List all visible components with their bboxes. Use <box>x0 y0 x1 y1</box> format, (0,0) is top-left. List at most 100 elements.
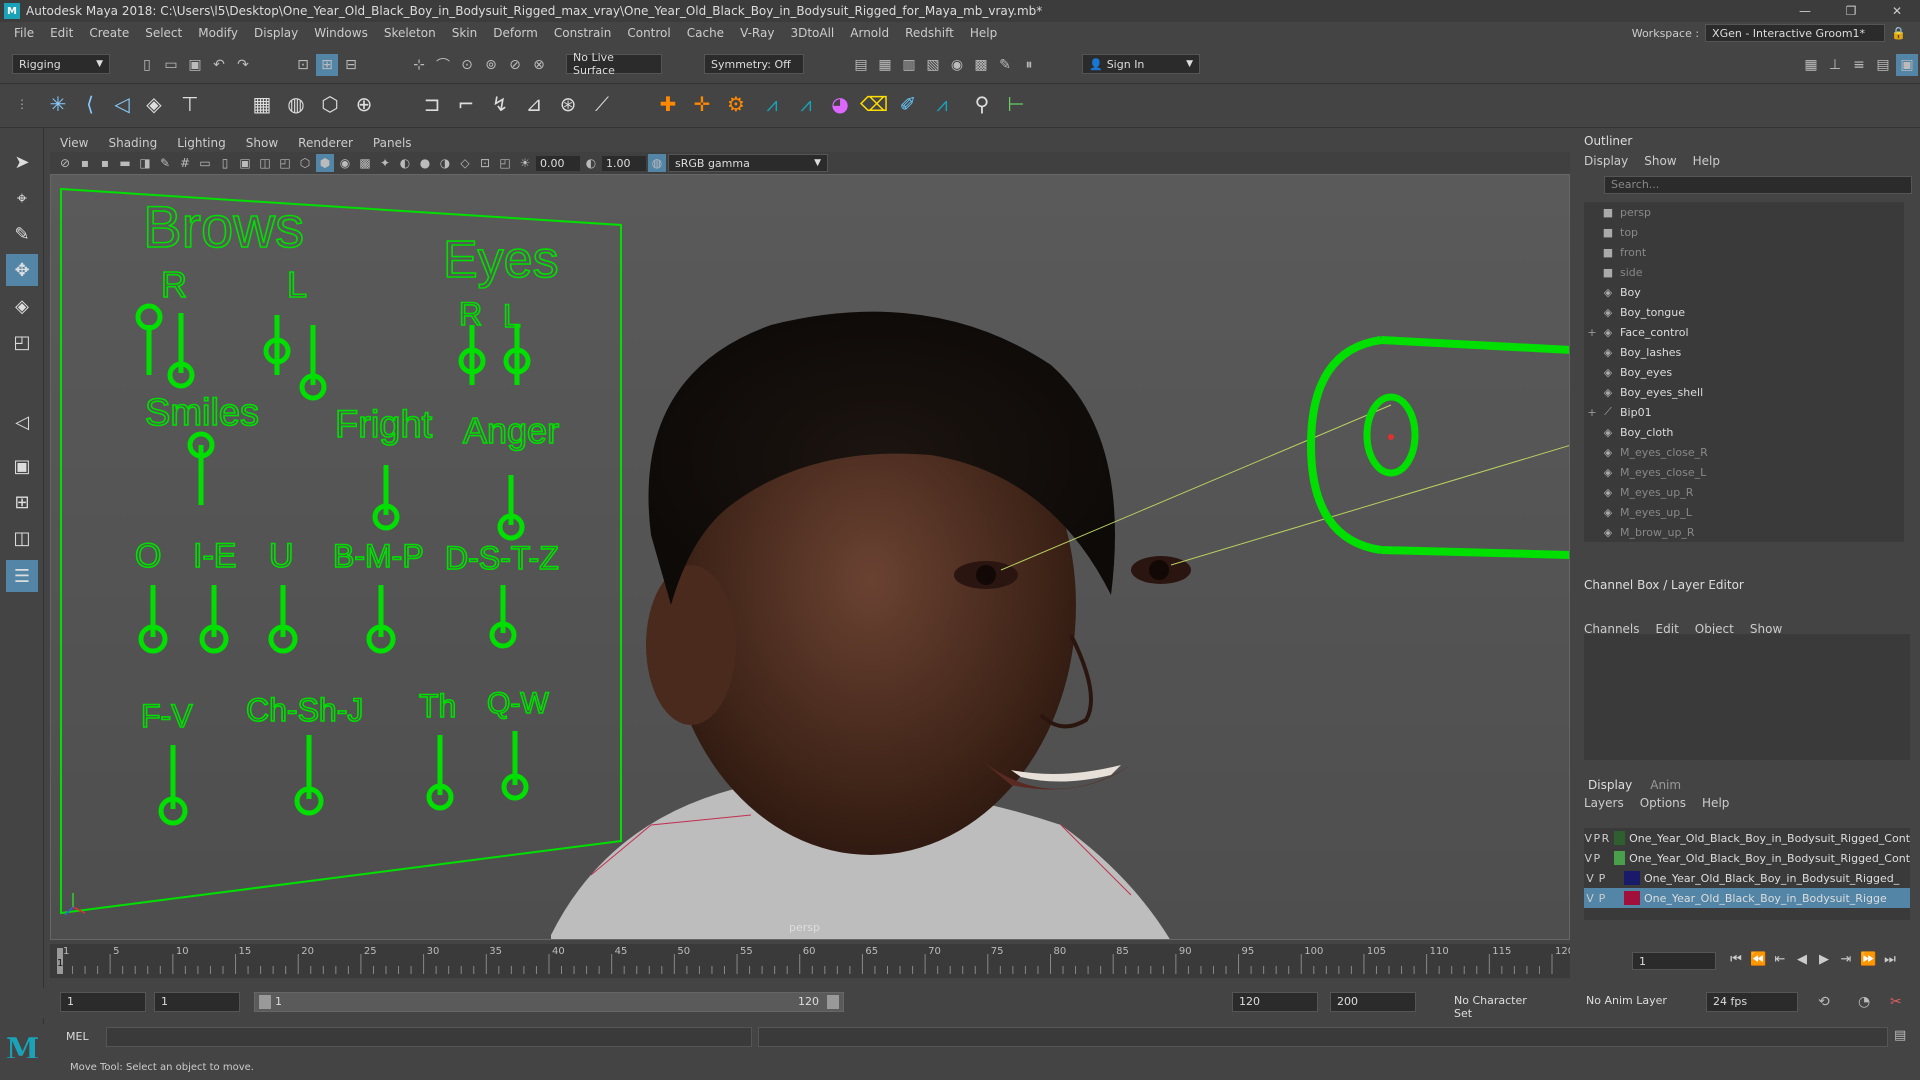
layer-v-toggle[interactable]: V <box>1584 892 1596 905</box>
anim-layer-select[interactable]: No Anim Layer <box>1580 992 1680 1012</box>
workspace-select[interactable]: XGen - Interactive Groom1* <box>1705 24 1886 42</box>
paint-icon[interactable]: ✐ <box>894 90 922 118</box>
mash-network-icon[interactable]: ⩘ <box>792 90 820 118</box>
layer-p-toggle[interactable]: P <box>1596 872 1608 885</box>
outliner-item[interactable]: ◈ Boy_cloth <box>1584 422 1904 442</box>
outliner-list[interactable]: ■ persp ■ top ■ front ■ side ◈ Boy ◈ Boy_tongue + ◈ Fa… <box>1584 202 1904 542</box>
grid-icon[interactable]: # <box>176 154 194 172</box>
mash-repro-icon[interactable]: ⩘ <box>928 90 956 118</box>
menu-skeleton[interactable]: Skeleton <box>376 26 444 40</box>
four-pane-icon[interactable]: ⊞ <box>6 486 38 518</box>
expand-toggle-icon[interactable]: + <box>1584 326 1600 339</box>
film-gate-icon[interactable]: ▭ <box>196 154 214 172</box>
outliner-item[interactable]: ◈ M_eyes_close_L <box>1584 462 1904 482</box>
two-pane-icon[interactable]: ◫ <box>6 522 38 554</box>
menu-create[interactable]: Create <box>81 26 137 40</box>
animation-start-field[interactable]: 1 <box>60 992 146 1012</box>
outliner-item[interactable]: ◈ Boy_eyes_shell <box>1584 382 1904 402</box>
outliner-layout-icon[interactable]: ☰ <box>6 560 38 592</box>
step-back-icon[interactable]: ⇤ <box>1772 952 1788 967</box>
layer-row[interactable]: V P R One_Year_Old_Black_Boy_in_Bodysuit_Ri… <box>1584 828 1910 848</box>
render-view-icon[interactable]: ▤ <box>850 54 872 76</box>
eraser-icon[interactable]: ⌫ <box>860 90 888 118</box>
select-tool-icon[interactable]: ➤ <box>6 146 38 178</box>
layer-color-swatch[interactable] <box>1624 871 1640 885</box>
outliner-menu-display[interactable]: Display <box>1584 154 1628 168</box>
snap-point-icon[interactable]: ⊙ <box>456 54 478 76</box>
paint-weights-icon[interactable]: ⊤ <box>176 90 204 118</box>
panel-menu-panels[interactable]: Panels <box>363 136 422 150</box>
redo-icon[interactable]: ↷ <box>232 54 254 76</box>
lattice-icon[interactable]: ▦ <box>248 90 276 118</box>
cluster-icon[interactable]: ◍ <box>282 90 310 118</box>
locator-icon[interactable]: ✚ <box>654 90 682 118</box>
camera-attributes-icon[interactable]: ▪ <box>76 154 94 172</box>
layer-p-toggle[interactable]: P <box>1593 832 1602 845</box>
scale-constraint-icon[interactable]: ⊿ <box>520 90 548 118</box>
viewport-persp[interactable]: Brows R L Eyes R L Smiles Fright Anger O… <box>50 174 1570 940</box>
menu-cache[interactable]: Cache <box>679 26 732 40</box>
outliner-item[interactable]: ◈ Boy_tongue <box>1584 302 1904 322</box>
playback-start-field[interactable]: 1 <box>154 992 240 1012</box>
command-mode-label[interactable]: MEL <box>66 1030 89 1043</box>
outliner-item[interactable]: ◈ Boy <box>1584 282 1904 302</box>
layout-icon[interactable]: ▣ <box>1896 54 1918 76</box>
exposure-icon[interactable]: ☀ <box>516 154 534 172</box>
tool-settings-icon[interactable]: ≡ <box>1848 54 1870 76</box>
xray-icon[interactable]: ◰ <box>496 154 514 172</box>
default-material-icon[interactable]: ◉ <box>336 154 354 172</box>
locator-joint-icon[interactable]: ✛ <box>688 90 716 118</box>
range-slider[interactable]: 1 120 <box>254 992 844 1012</box>
outliner-item[interactable]: ■ front <box>1584 242 1904 262</box>
color-management-icon[interactable]: ◍ <box>648 154 666 172</box>
outliner-item[interactable]: ■ persp <box>1584 202 1904 222</box>
shadows-icon[interactable]: ◐ <box>396 154 414 172</box>
create-joints-icon[interactable]: ✳ <box>44 90 72 118</box>
snap-vertex-icon[interactable]: ⊗ <box>528 54 550 76</box>
select-hierarchy-icon[interactable]: ⊡ <box>292 54 314 76</box>
pin-icon[interactable]: ⚲ <box>968 90 996 118</box>
two-d-pan-icon[interactable]: ◨ <box>136 154 154 172</box>
field-chart-icon[interactable]: ◫ <box>256 154 274 172</box>
current-frame-field[interactable]: 1 <box>1632 952 1716 970</box>
menu-3dtoall[interactable]: 3DtoAll <box>782 26 842 40</box>
grease-pencil-icon[interactable]: ✎ <box>156 154 174 172</box>
layer-v-toggle[interactable]: V <box>1584 872 1596 885</box>
layer-row[interactable]: V P One_Year_Old_Black_Boy_in_Bodysuit_Rig… <box>1584 868 1910 888</box>
animation-end-field[interactable]: 200 <box>1330 992 1416 1012</box>
range-slider-start-handle[interactable] <box>259 995 271 1009</box>
safe-action-icon[interactable]: ◰ <box>276 154 294 172</box>
sign-in-button[interactable]: 👤 Sign In ▼ <box>1082 54 1200 74</box>
smooth-shade-icon[interactable]: ⬢ <box>316 154 334 172</box>
command-input[interactable] <box>106 1027 752 1047</box>
vray-render-icon[interactable]: ▩ <box>970 54 992 76</box>
pause-icon[interactable]: ⏸ <box>1018 54 1040 76</box>
outliner-menu-show[interactable]: Show <box>1644 154 1676 168</box>
outliner-item[interactable]: + ◈ Face_control <box>1584 322 1904 342</box>
fps-select[interactable]: 24 fps <box>1706 992 1798 1012</box>
lock-icon[interactable]: 🔒 <box>1891 26 1906 40</box>
undo-icon[interactable]: ↶ <box>208 54 230 76</box>
layer-p-toggle[interactable]: P <box>1596 892 1608 905</box>
menu-display[interactable]: Display <box>246 26 306 40</box>
menu-arnold[interactable]: Arnold <box>842 26 897 40</box>
move-tool-icon[interactable]: ✥ <box>6 254 38 286</box>
outliner-menu-help[interactable]: Help <box>1693 154 1720 168</box>
script-editor-icon[interactable]: ▤ <box>1894 1028 1906 1043</box>
anti-aliasing-icon[interactable]: ◇ <box>456 154 474 172</box>
vray-settings-icon[interactable]: ✎ <box>994 54 1016 76</box>
eye-aim-control[interactable] <box>1306 336 1570 559</box>
gamma-icon[interactable]: ◐ <box>582 154 600 172</box>
layer-color-swatch[interactable] <box>1613 831 1626 845</box>
live-surface-field[interactable]: No Live Surface <box>566 51 662 77</box>
range-slider-end-handle[interactable] <box>827 995 839 1009</box>
image-plane-icon[interactable]: ▬ <box>116 154 134 172</box>
outliner-item[interactable]: ◈ M_eyes_up_L <box>1584 502 1904 522</box>
panel-menu-renderer[interactable]: Renderer <box>288 136 363 150</box>
lights-icon[interactable]: ✦ <box>376 154 394 172</box>
wrap-icon[interactable]: ⬡ <box>316 90 344 118</box>
last-tool-icon[interactable]: ◁ <box>6 406 38 438</box>
outliner-item[interactable]: ◈ Boy_eyes <box>1584 362 1904 382</box>
select-object-icon[interactable]: ⊞ <box>316 54 338 76</box>
rotate-tool-icon[interactable]: ◈ <box>6 290 38 322</box>
